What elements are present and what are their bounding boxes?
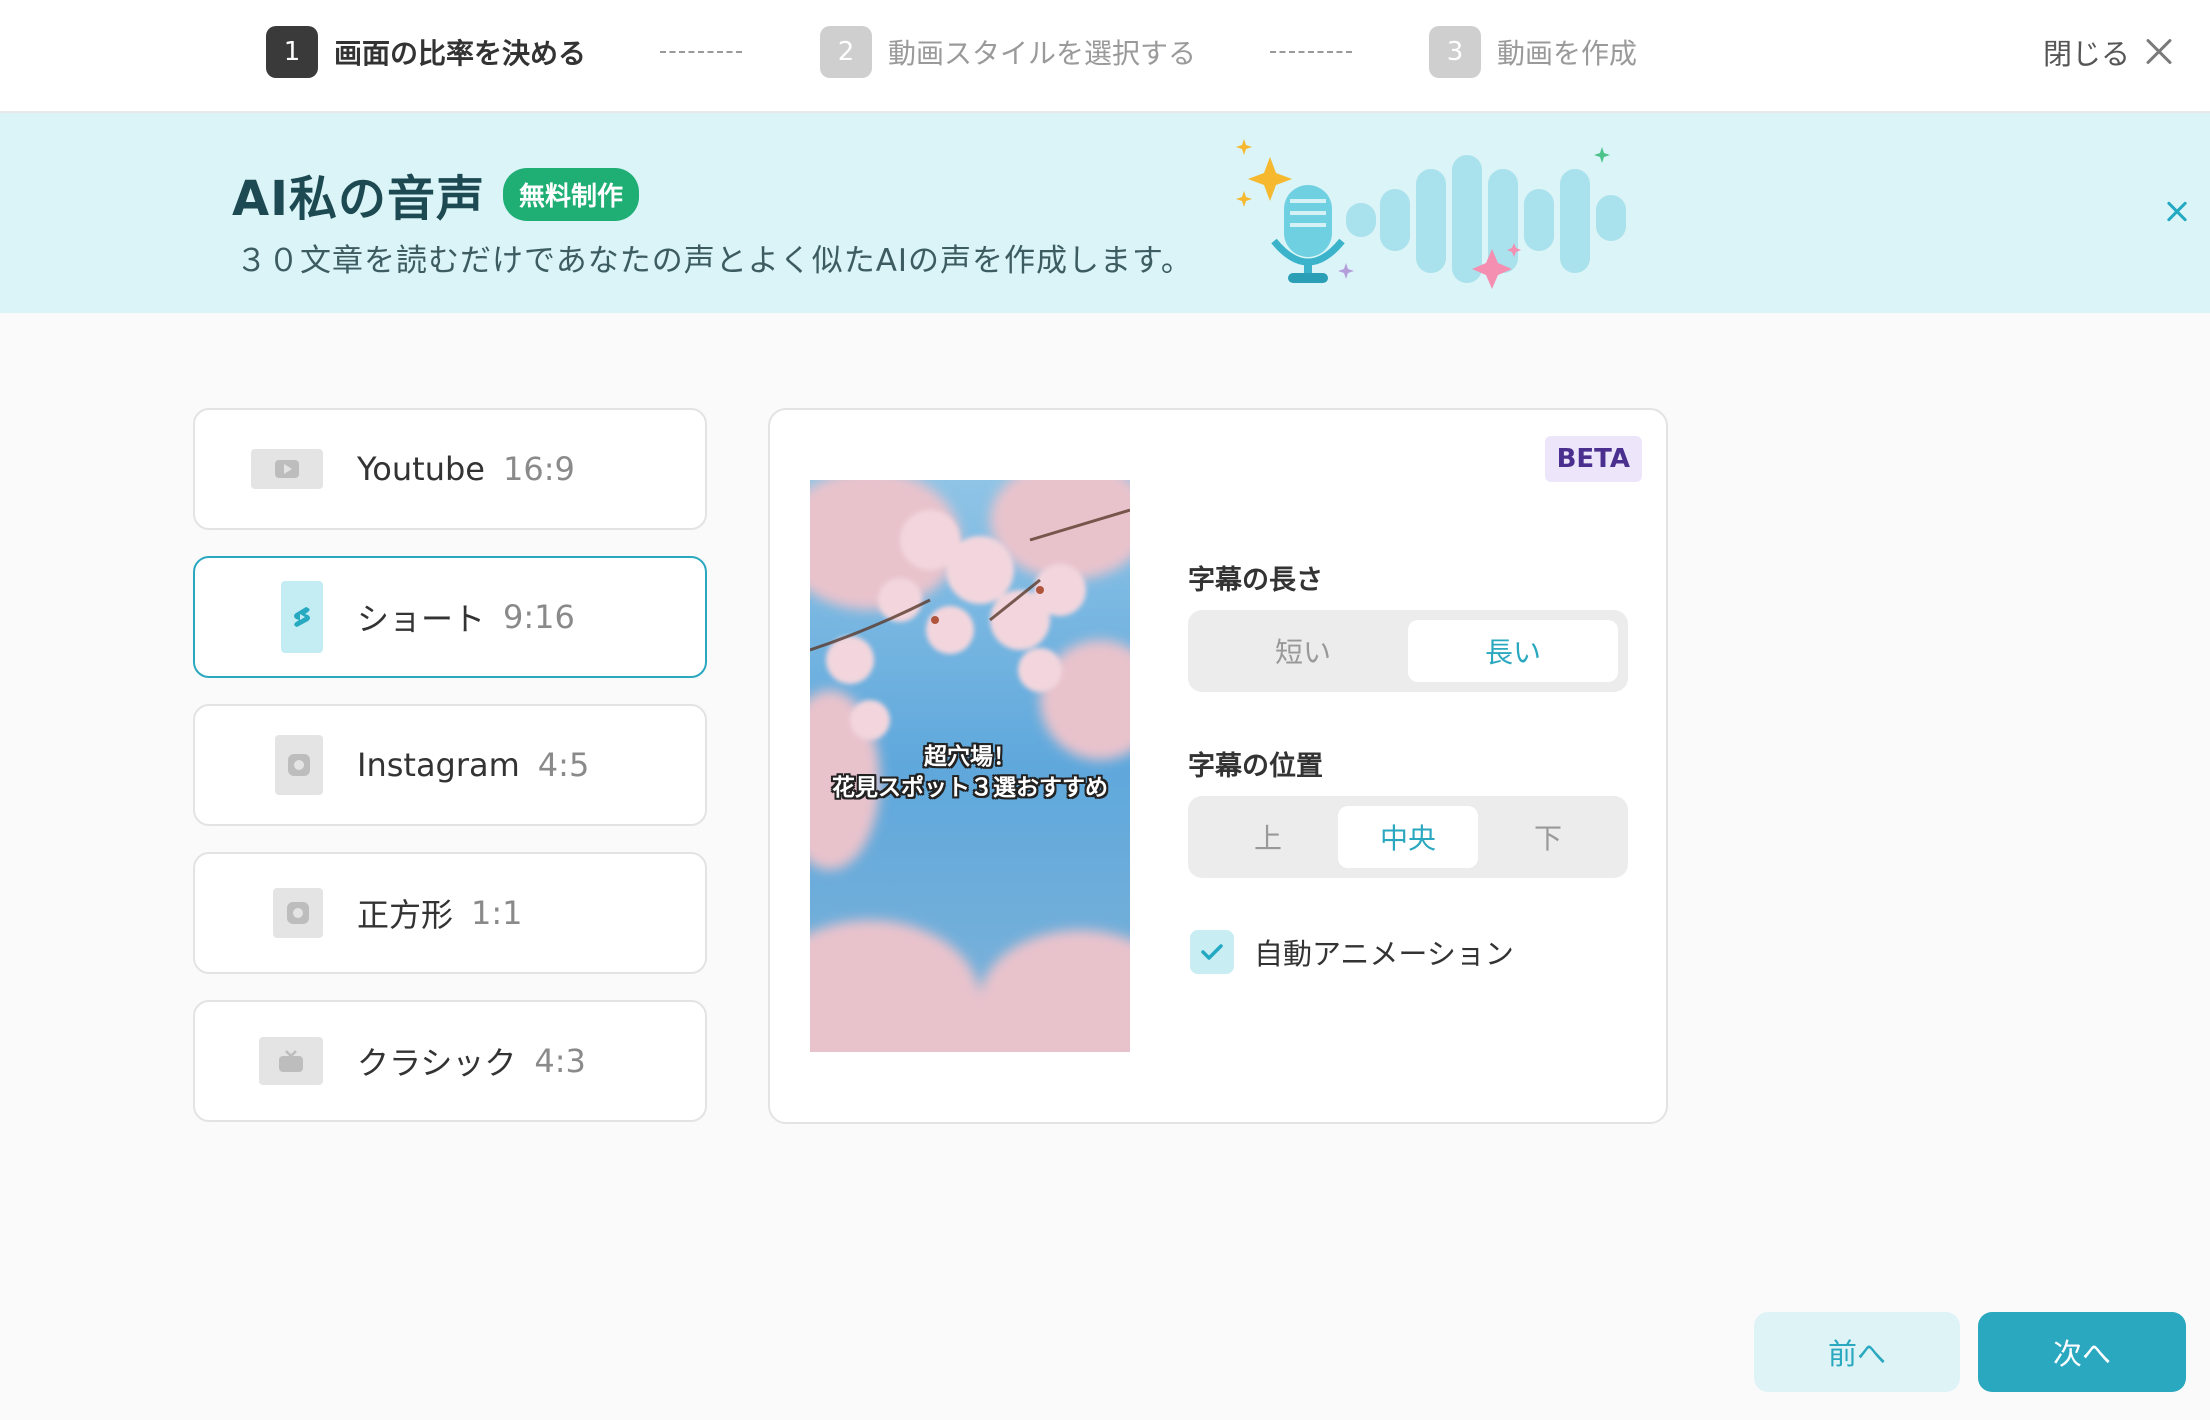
youtube-icon (251, 449, 323, 489)
shorts-icon (281, 581, 323, 653)
caption-line: 超穴場！ (924, 744, 1016, 770)
aspect-option-youtube[interactable]: Youtube 16:9 (193, 408, 707, 530)
caption-line: 花見スポット３選おすすめ (832, 775, 1108, 801)
step-divider (660, 51, 742, 53)
aspect-option-shorts[interactable]: ショート 9:16 (193, 556, 707, 678)
step-1: 1 画面の比率を決める (266, 25, 586, 79)
option-ratio: 1:1 (471, 894, 523, 932)
step-divider (1270, 51, 1352, 53)
free-badge: 無料制作 (503, 167, 640, 221)
prev-button[interactable]: 前へ (1754, 1312, 1960, 1392)
instagram-icon (275, 735, 323, 795)
step-label: 動画を作成 (1497, 37, 1638, 70)
preview-card: BETA 超穴場！ 花見スポット３選おすすめ 字幕の長さ 短い 長い 字幕の位置… (768, 408, 1668, 1124)
length-long-button[interactable]: 長い (1408, 620, 1618, 682)
next-button[interactable]: 次へ (1978, 1312, 2186, 1392)
aspect-option-classic[interactable]: クラシック 4:3 (193, 1000, 707, 1122)
position-center-button[interactable]: 中央 (1338, 806, 1478, 868)
position-top-button[interactable]: 上 (1198, 806, 1338, 868)
position-bottom-button[interactable]: 下 (1478, 806, 1618, 868)
auto-animation-option[interactable]: 自動アニメーション (1190, 930, 1514, 974)
check-icon (1201, 944, 1223, 960)
option-ratio: 16:9 (502, 450, 575, 488)
aspect-option-square[interactable]: 正方形 1:1 (193, 852, 707, 974)
auto-animation-checkbox[interactable] (1190, 930, 1234, 974)
subtitle-length-label: 字幕の長さ (1188, 565, 1323, 596)
close-label: 閉じる (2042, 37, 2130, 71)
banner-close-icon[interactable] (2164, 199, 2190, 225)
video-preview: 超穴場！ 花見スポット３選おすすめ (810, 480, 1130, 1052)
close-button[interactable]: 閉じる (2043, 25, 2174, 79)
promo-banner[interactable]: AI私の音声 無料制作 ３０文章を読むだけであなたの声とよく似たAIの声を作成し… (0, 113, 2210, 313)
close-icon (2144, 37, 2174, 67)
step-3: 3 動画を作成 (1429, 25, 1637, 79)
subtitle-length-toggle: 短い 長い (1188, 610, 1628, 692)
step-label: 動画スタイルを選択する (888, 37, 1197, 70)
step-number: 1 (266, 26, 318, 78)
option-ratio: 9:16 (503, 598, 575, 636)
subtitle-position-label: 字幕の位置 (1188, 751, 1323, 782)
step-label: 画面の比率を決める (334, 37, 587, 70)
tv-icon (259, 1037, 323, 1085)
option-ratio: 4:3 (534, 1042, 586, 1080)
step-header: 1 画面の比率を決める 2 動画スタイルを選択する 3 動画を作成 閉じる (0, 0, 2210, 113)
aspect-option-instagram[interactable]: Instagram 4:5 (193, 704, 707, 826)
step-number: 3 (1429, 26, 1481, 78)
step-2: 2 動画スタイルを選択する (820, 25, 1196, 79)
step-number: 2 (820, 26, 872, 78)
banner-title-row: AI私の音声 無料制作 (232, 159, 640, 229)
option-label: ショート (357, 600, 486, 638)
subtitle-preview: 超穴場！ 花見スポット３選おすすめ (810, 742, 1130, 804)
option-ratio: 4:5 (537, 746, 590, 784)
subtitle-position-toggle: 上 中央 下 (1188, 796, 1628, 878)
option-label: クラシック (357, 1044, 517, 1082)
option-label: 正方形 (357, 896, 454, 934)
length-short-button[interactable]: 短い (1198, 620, 1408, 682)
square-icon (273, 888, 323, 938)
banner-title: AI私の音声 (232, 171, 486, 227)
beta-badge: BETA (1544, 436, 1642, 482)
banner-subtitle: ３０文章を読むだけであなたの声とよく似たAIの声を作成します。 (236, 243, 1193, 279)
option-label: Youtube (357, 450, 485, 488)
auto-animation-label: 自動アニメーション (1254, 937, 1514, 971)
option-label: Instagram (357, 746, 520, 784)
microphone-illustration (1236, 139, 1626, 289)
